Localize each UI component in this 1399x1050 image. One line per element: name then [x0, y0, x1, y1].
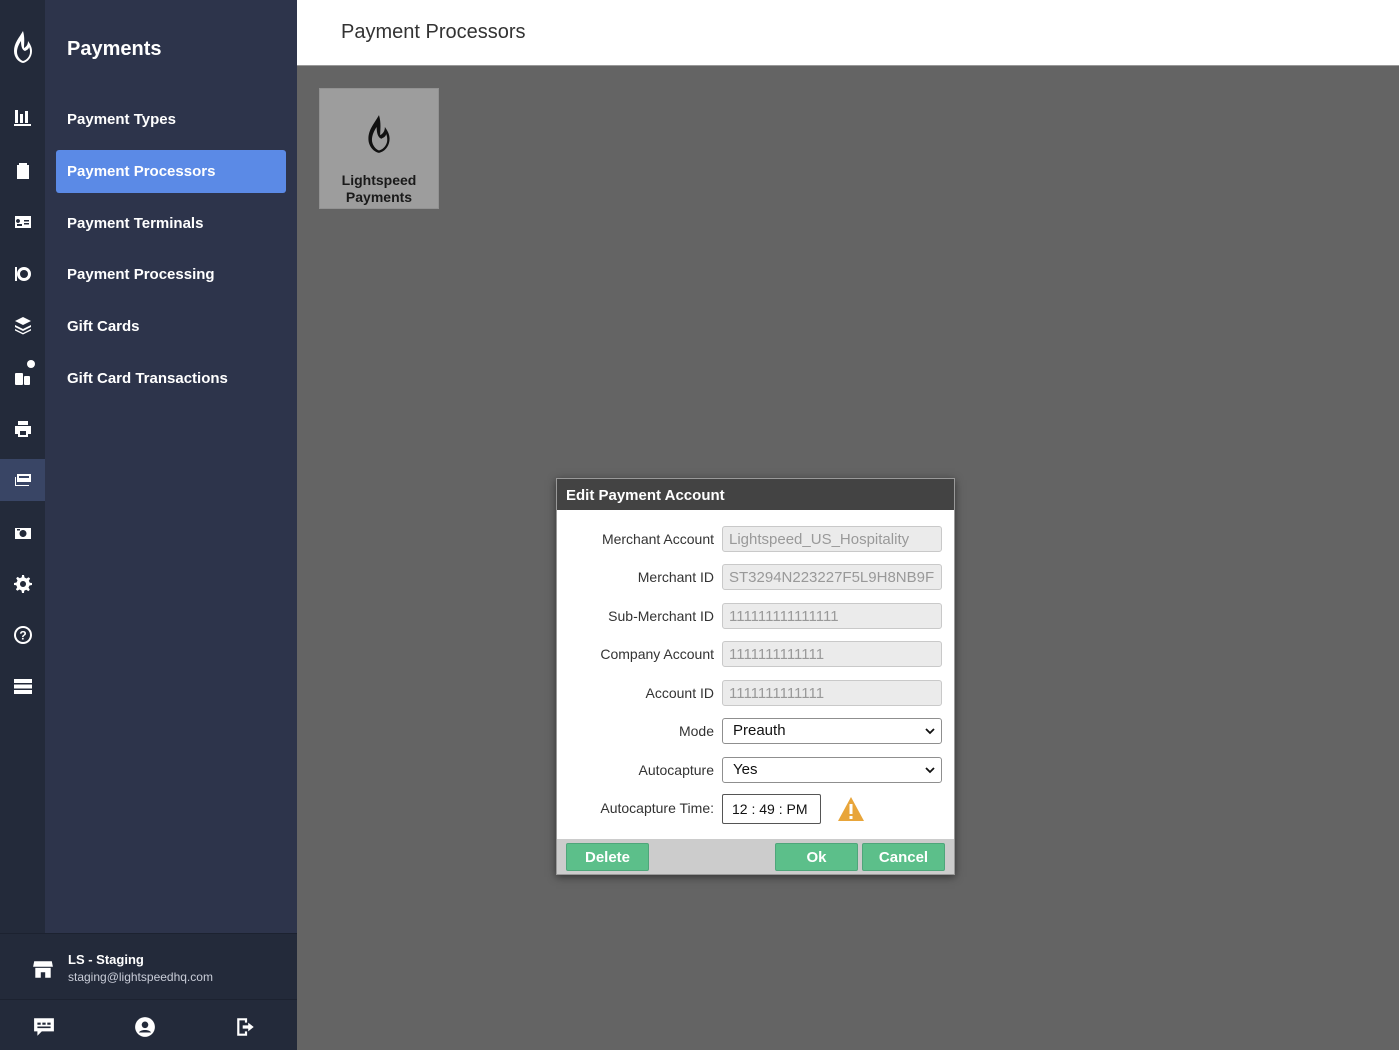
sidebar-item-payment-processing[interactable]: Payment Processing [56, 253, 286, 296]
account-name: LS - Staging [68, 952, 144, 967]
sidebar-title: Payments [67, 38, 162, 60]
autocapture-select-value: Yes [733, 761, 758, 778]
ok-button[interactable]: Ok [775, 843, 858, 871]
dialog-footer: Delete Ok Cancel [557, 839, 954, 874]
warning-icon [838, 797, 864, 821]
devices-icon[interactable] [0, 356, 45, 398]
account-email: staging@lightspeedhq.com [68, 970, 213, 984]
sidebar: Payments Payment Types Payment Processor… [45, 0, 297, 1050]
merchant-account-label: Merchant Account [601, 531, 714, 547]
sub-merchant-id-field: 111111111111111 [722, 603, 942, 629]
sub-merchant-id-label: Sub-Merchant ID [608, 608, 714, 624]
sidebar-item-payment-terminals[interactable]: Payment Terminals [56, 202, 286, 245]
chat-icon[interactable] [33, 1016, 55, 1038]
autocapture-label: Autocapture [638, 762, 715, 778]
merchant-id-field: ST3294N223227F5L9H8NB9F [722, 564, 942, 590]
svg-text:?: ? [19, 629, 26, 643]
id-card-icon[interactable] [0, 201, 45, 243]
chevron-down-icon [925, 767, 935, 774]
sidebar-item-payment-types[interactable]: Payment Types [56, 98, 286, 141]
account-id-label: Account ID [645, 685, 714, 701]
page-header: Payment Processors [297, 0, 1399, 66]
notification-dot [27, 360, 35, 368]
mode-label: Mode [678, 723, 714, 739]
printer-icon[interactable] [0, 408, 45, 450]
icon-rail: ? [0, 0, 45, 1050]
server-icon[interactable] [0, 665, 45, 707]
autocapture-time-input[interactable]: 12 : 49 : PM [722, 794, 821, 824]
company-account-field: 1111111111111 [722, 641, 942, 667]
lightspeed-logo-icon[interactable] [0, 22, 45, 72]
chevron-down-icon [925, 728, 935, 735]
cash-register-icon[interactable] [0, 512, 45, 554]
user-icon[interactable] [134, 1016, 156, 1038]
sidebar-footer [0, 999, 297, 1050]
payments-icon[interactable] [0, 459, 45, 501]
dining-icon[interactable] [0, 253, 45, 295]
help-icon[interactable]: ? [0, 614, 45, 656]
gear-icon[interactable] [0, 563, 45, 605]
processor-tile-label: Lightspeed Payments [319, 172, 439, 206]
mode-select-value: Preauth [733, 722, 786, 739]
edit-payment-account-dialog: Edit Payment Account Merchant Account Li… [556, 478, 955, 875]
sidebar-item-gift-cards[interactable]: Gift Cards [56, 305, 286, 348]
logout-icon[interactable] [235, 1016, 257, 1038]
autocapture-select[interactable]: Yes [722, 757, 942, 783]
clipboard-icon[interactable] [0, 150, 45, 192]
reports-icon[interactable] [0, 97, 45, 139]
autocapture-time-label: Autocapture Time: [600, 800, 714, 816]
merchant-account-field: Lightspeed_US_Hospitality [722, 526, 942, 552]
merchant-id-label: Merchant ID [637, 569, 714, 585]
processor-name-line1: Lightspeed [341, 172, 417, 188]
lightspeed-logo-icon [368, 115, 390, 153]
company-account-label: Company Account [600, 646, 714, 662]
sidebar-item-payment-processors[interactable]: Payment Processors [56, 150, 286, 193]
account-id-field: 1111111111111 [722, 680, 942, 706]
store-icon [33, 961, 53, 978]
layers-icon[interactable] [0, 304, 45, 346]
account-switcher[interactable]: LS - Staging staging@lightspeedhq.com [0, 933, 297, 999]
delete-button[interactable]: Delete [566, 843, 649, 871]
cancel-button[interactable]: Cancel [862, 843, 945, 871]
sidebar-item-gift-card-transactions[interactable]: Gift Card Transactions [56, 357, 286, 400]
processor-name-line2: Payments [345, 189, 413, 205]
page-title: Payment Processors [341, 21, 526, 43]
mode-select[interactable]: Preauth [722, 718, 942, 744]
processor-tile-lightspeed[interactable]: Lightspeed Payments [319, 88, 439, 209]
dialog-title: Edit Payment Account [557, 479, 954, 510]
